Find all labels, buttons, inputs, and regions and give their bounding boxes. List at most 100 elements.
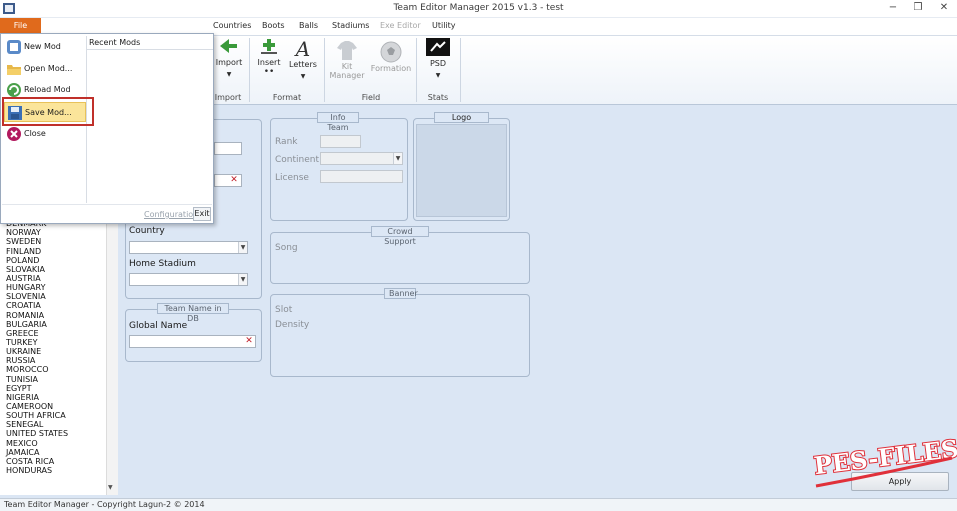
logo-preview-image: [416, 124, 507, 217]
list-item[interactable]: TURKEY: [0, 338, 117, 347]
kit-shirt-icon: [337, 41, 357, 60]
import-button[interactable]: Import ▼: [214, 38, 244, 93]
list-item[interactable]: NORWAY: [0, 228, 117, 237]
list-item[interactable]: AUSTRIA: [0, 274, 117, 283]
formation-label: Formation: [370, 64, 412, 73]
new-mod-menu-item[interactable]: New Mod: [4, 37, 86, 57]
country-select[interactable]: ▼: [129, 241, 248, 254]
list-item[interactable]: GREECE: [0, 329, 117, 338]
list-item[interactable]: ROMANIA: [0, 311, 117, 320]
list-item[interactable]: SLOVAKIA: [0, 265, 117, 274]
list-item[interactable]: CAMEROON: [0, 402, 117, 411]
list-item[interactable]: SWEDEN: [0, 237, 117, 246]
exit-button[interactable]: Exit: [193, 207, 211, 221]
list-item[interactable]: SENEGAL: [0, 420, 117, 429]
list-item[interactable]: MEXICO: [0, 439, 117, 448]
list-item[interactable]: UNITED STATES: [0, 429, 117, 438]
team-clearable-input[interactable]: ✕: [214, 174, 242, 187]
list-item[interactable]: BULGARIA: [0, 320, 117, 329]
list-item[interactable]: MOROCCO: [0, 365, 117, 374]
list-item[interactable]: FINLAND: [0, 247, 117, 256]
license-label: License: [275, 173, 309, 183]
home-stadium-label: Home Stadium: [129, 259, 196, 269]
team-list[interactable]: GERMANYDENMARKNORWAYSWEDENFINLANDPOLANDS…: [0, 210, 118, 495]
list-item[interactable]: RUSSIA: [0, 356, 117, 365]
letters-button[interactable]: A Letters ▼: [288, 38, 318, 93]
chevron-down-icon[interactable]: ▼: [238, 274, 247, 285]
banner-legend: Banner: [384, 288, 418, 299]
insert-label: Insert: [257, 58, 281, 67]
clear-x-icon[interactable]: ✕: [229, 175, 239, 186]
continent-label: Continent: [275, 155, 319, 165]
close-label: Close: [24, 129, 46, 138]
tab-stadiums[interactable]: Stadiums: [332, 21, 369, 30]
formation-ball-icon: [380, 41, 402, 63]
group-import-label: Import: [214, 93, 242, 102]
insert-button[interactable]: Insert ••: [255, 38, 283, 93]
rank-input[interactable]: [320, 135, 361, 148]
psd-icon: [426, 38, 450, 56]
import-label: Import: [215, 58, 243, 67]
close-window-button[interactable]: ✕: [931, 1, 957, 15]
list-item[interactable]: TUNISIA: [0, 375, 117, 384]
ribbon-separator: [460, 38, 461, 102]
ribbon-separator: [324, 38, 325, 102]
open-folder-icon: [7, 65, 21, 75]
list-item[interactable]: SLOVENIA: [0, 292, 117, 301]
list-item[interactable]: NIGERIA: [0, 393, 117, 402]
import-dropdown-icon: ▼: [226, 71, 232, 78]
minimize-button[interactable]: −: [880, 1, 906, 15]
letters-dropdown-icon: ▼: [300, 73, 306, 80]
file-menu-tab[interactable]: File: [0, 18, 41, 34]
import-arrow-icon: [220, 39, 237, 53]
rank-label: Rank: [275, 137, 298, 147]
slot-label: Slot: [275, 305, 293, 315]
tab-boots[interactable]: Boots: [262, 21, 285, 30]
list-item[interactable]: EGYPT: [0, 384, 117, 393]
chevron-down-icon[interactable]: ▼: [238, 242, 247, 253]
new-mod-icon: [7, 40, 21, 54]
tab-countries[interactable]: Countries: [213, 21, 251, 30]
team-list-scrollbar[interactable]: [106, 210, 118, 495]
ribbon-separator: [249, 38, 250, 102]
home-stadium-select[interactable]: ▼: [129, 273, 248, 286]
chevron-down-icon[interactable]: ▼: [393, 153, 402, 164]
team-text-input[interactable]: [214, 142, 242, 155]
psd-dropdown-icon: ▼: [435, 72, 441, 79]
recent-mods-heading: Recent Mods: [89, 38, 141, 47]
restore-button[interactable]: ❒: [905, 1, 931, 15]
status-bar: Team Editor Manager - Copyright Lagun-2 …: [0, 498, 957, 511]
group-format-label: Format: [272, 93, 302, 102]
configuration-link[interactable]: Configuration: [144, 210, 198, 219]
list-item[interactable]: POLAND: [0, 256, 117, 265]
letters-label: Letters: [289, 60, 317, 69]
license-input[interactable]: [320, 170, 403, 183]
kit-manager-label: Kit Manager: [329, 62, 365, 80]
open-mod-menu-item[interactable]: Open Mod...: [4, 59, 86, 79]
global-name-input[interactable]: ✕: [129, 335, 256, 348]
continent-select[interactable]: ▼: [320, 152, 403, 165]
tab-utility[interactable]: Utility: [432, 21, 456, 30]
scroll-down-icon[interactable]: ▼: [108, 484, 113, 491]
list-item[interactable]: UKRAINE: [0, 347, 117, 356]
close-menu-item[interactable]: Close: [4, 124, 86, 144]
formation-button[interactable]: Formation: [370, 40, 412, 95]
crowd-support-legend: Crowd Support: [371, 226, 429, 246]
list-item[interactable]: SOUTH AFRICA: [0, 411, 117, 420]
list-item[interactable]: CROATIA: [0, 301, 117, 310]
list-item[interactable]: COSTA RICA: [0, 457, 117, 466]
logo-preview-legend: Logo Preview: [434, 112, 489, 132]
list-item[interactable]: HUNGARY: [0, 283, 117, 292]
reload-icon: [7, 83, 21, 97]
kit-manager-button[interactable]: Kit Manager: [328, 40, 366, 95]
psd-button[interactable]: PSD ▼: [423, 38, 453, 93]
open-mod-label: Open Mod...: [24, 64, 73, 73]
list-item[interactable]: JAMAICA: [0, 448, 117, 457]
clear-x-icon[interactable]: ✕: [244, 336, 254, 347]
country-label: Country: [129, 226, 165, 236]
tab-exe-editor[interactable]: Exe Editor: [380, 21, 421, 30]
reload-mod-label: Reload Mod: [24, 85, 71, 94]
tab-balls[interactable]: Balls: [299, 21, 318, 30]
list-item[interactable]: HONDURAS: [0, 466, 117, 475]
density-label: Density: [275, 320, 310, 330]
